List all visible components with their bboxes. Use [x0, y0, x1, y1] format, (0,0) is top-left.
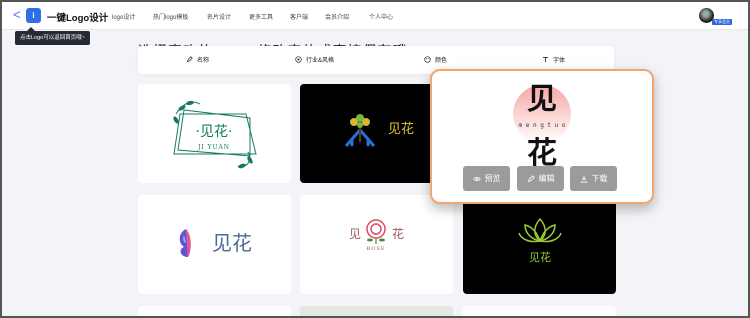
nav-item-more-tools[interactable]: 更多工具 — [249, 12, 273, 21]
download-button[interactable]: 下载 — [570, 166, 617, 191]
card-4-chinese-name: 见花 — [212, 231, 252, 255]
nav-item-templates[interactable]: 热门logo模板 — [153, 12, 188, 21]
text-icon — [543, 56, 548, 63]
geometric-leaf-logo: ·见花· JI YUAN — [173, 100, 257, 169]
download-label: 下载 — [591, 174, 608, 183]
preview-button[interactable]: 预览 — [463, 166, 510, 191]
download-icon — [580, 175, 587, 183]
card-1-chinese-name: ·见花· — [196, 124, 233, 140]
rose-logo: 见 花 ROSE — [349, 219, 404, 252]
nav-item-profile[interactable]: 个人中心 — [369, 12, 393, 21]
nav-item-membership[interactable]: 会员介绍 — [325, 12, 349, 21]
edit-button[interactable]: 编辑 — [517, 166, 564, 191]
target-icon — [295, 56, 302, 63]
butterfly-face-logo: 见花 — [179, 229, 252, 257]
filter-font[interactable]: 字体 — [542, 55, 565, 64]
palette-icon — [424, 56, 431, 63]
top-navigation: < i 一键Logo设计 logo设计 热门logo模板 名片设计 更多工具 客… — [2, 2, 748, 30]
logo-card-9[interactable] — [463, 306, 616, 316]
filter-color-label: 颜色 — [435, 58, 448, 64]
card-6-chinese-name: 见花 — [529, 251, 551, 264]
brand-title[interactable]: 一键Logo设计 — [47, 10, 108, 24]
filter-industry-label: 行业&风格 — [306, 58, 335, 64]
logo-card-7[interactable] — [138, 306, 291, 316]
eye-icon — [472, 176, 481, 181]
edit-label: 编辑 — [538, 174, 555, 183]
home-tooltip: 点击Logo可以返回首页哦~ — [15, 27, 90, 45]
pencil-icon — [186, 56, 193, 63]
preview-label: 预览 — [484, 174, 501, 183]
app-window: < i 一键Logo设计 logo设计 热门logo模板 名片设计 更多工具 客… — [0, 0, 750, 318]
brand-logo-icon[interactable]: i — [26, 8, 41, 23]
logo-card-8[interactable] — [300, 306, 453, 316]
card-5-chinese-left: 见 — [349, 227, 361, 241]
back-arrow-icon[interactable]: < — [13, 8, 21, 22]
nav-item-logo-design[interactable]: logo设计 — [112, 12, 135, 21]
filter-name[interactable]: 名称 — [186, 55, 209, 64]
vip-badge: 专享会员 — [712, 19, 732, 25]
nav-item-client[interactable]: 客户端 — [290, 12, 308, 21]
filter-industry[interactable]: 行业&风格 — [295, 55, 334, 64]
filter-color[interactable]: 颜色 — [424, 55, 447, 64]
card-1-pinyin: JI YUAN — [197, 144, 230, 151]
card-3-pinyin: m e n g t u o — [519, 122, 566, 129]
nav-item-business-card[interactable]: 名片设计 — [207, 12, 231, 21]
logo-card-6[interactable]: 见花 — [463, 195, 616, 294]
filter-name-label: 名称 — [197, 58, 210, 64]
card-2-chinese-name: 见花 — [388, 121, 414, 137]
lotus-logo: 见花 — [518, 217, 562, 264]
card-5-english: ROSE — [367, 246, 386, 252]
logo-card-4[interactable]: 见花 — [138, 195, 291, 294]
card-3-chinese-top: 见 — [527, 82, 557, 117]
filter-font-label: 字体 — [553, 58, 566, 64]
card-5-chinese-right: 花 — [392, 226, 404, 241]
pencil-icon — [527, 174, 535, 182]
logo-card-1[interactable]: ·见花· JI YUAN — [138, 84, 291, 183]
logo-card-5[interactable]: 见 花 ROSE — [300, 195, 453, 294]
